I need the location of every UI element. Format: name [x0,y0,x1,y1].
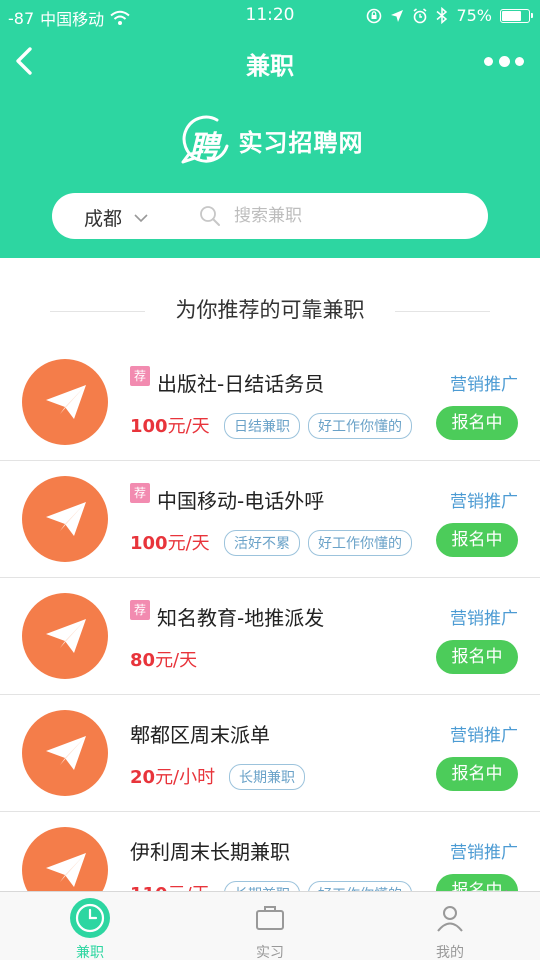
divider [395,311,490,312]
salary-amount: 80 [130,650,156,671]
status-bar: -87 中国移动 11:20 75% [0,0,540,30]
apply-button[interactable]: 报名中 [436,523,518,557]
job-tag: 长期兼职 [229,764,305,790]
clock-icon [70,898,110,938]
job-title: 出版社-日结话务员 [157,372,325,396]
salary-unit: 元/小时 [155,767,216,788]
paper-plane-icon [46,853,86,887]
job-category: 营销推广 [450,843,518,863]
rotation-lock-icon [367,8,382,23]
tab-parttime[interactable]: 兼职 [50,898,130,960]
job-category: 营销推广 [450,609,518,629]
brand-logo-icon: 聘 [177,112,233,168]
job-item[interactable]: 荐出版社-日结话务员 营销推广 100元/天 日结兼职 好工作你懂的 报名中 [0,344,540,461]
apply-button[interactable]: 报名中 [436,406,518,440]
nav-bar: 兼职 [0,30,540,92]
job-salary: 100元/天 [130,529,210,555]
header: -87 中国移动 11:20 75% 兼职 聘 实习招聘网 成都 搜索兼职 [0,0,540,258]
salary-unit: 元/天 [155,650,198,671]
job-item[interactable]: 荐知名教育-地推派发 营销推广 80元/天 报名中 [0,578,540,695]
apply-button[interactable]: 报名中 [436,640,518,674]
paper-plane-icon [46,619,86,653]
apply-button[interactable]: 报名中 [436,757,518,791]
paper-plane-icon [46,502,86,536]
alarm-icon [413,7,427,23]
city-label: 成都 [84,208,123,230]
job-category: 营销推广 [450,492,518,512]
search-input[interactable] [234,204,464,228]
brand-logo-char: 聘 [188,130,219,165]
job-tags: 长期兼职 [229,764,305,790]
job-title: 知名教育-地推派发 [157,606,325,630]
job-category: 营销推广 [450,375,518,395]
job-item[interactable]: 郫都区周末派单 营销推广 20元/小时 长期兼职 报名中 [0,695,540,812]
more-dot-icon [515,56,524,66]
job-tags: 日结兼职 好工作你懂的 [224,413,412,439]
battery-icon [500,8,533,23]
tab-label: 我的 [436,945,464,960]
recommended-badge: 荐 [130,600,150,620]
more-dot-icon [484,56,493,66]
tab-internship[interactable]: 实习 [230,898,310,960]
more-button[interactable] [484,50,524,72]
tab-bar: 兼职 实习 我的 [0,891,540,960]
user-icon [430,898,470,938]
recommended-badge: 荐 [130,483,150,503]
paper-plane-icon [46,736,86,770]
salary-amount: 100 [130,416,168,437]
job-avatar [22,476,108,562]
job-salary: 20元/小时 [130,763,215,789]
brand: 聘 实习招聘网 [0,112,540,168]
job-title: 中国移动-电话外呼 [157,489,325,513]
page-title: 兼职 [246,52,294,80]
job-avatar [22,710,108,796]
search-icon [200,206,220,226]
job-tag: 好工作你懂的 [308,413,412,439]
job-salary: 100元/天 [130,412,210,438]
section-title: 为你推荐的可靠兼职 [175,298,365,322]
recommended-badge: 荐 [130,366,150,386]
salary-amount: 20 [130,767,156,788]
job-salary: 80元/天 [130,646,197,672]
job-item[interactable]: 荐中国移动-电话外呼 营销推广 100元/天 活好不累 好工作你懂的 报名中 [0,461,540,578]
salary-unit: 元/天 [167,533,210,554]
job-category: 营销推广 [450,726,518,746]
job-tags: 活好不累 好工作你懂的 [224,530,412,556]
brand-name: 实习招聘网 [238,128,364,157]
search-bar: 成都 [52,193,488,239]
salary-amount: 100 [130,533,168,554]
job-avatar [22,359,108,445]
job-title: 郫都区周末派单 [130,723,270,747]
battery-fill [502,10,521,21]
job-tag: 日结兼职 [224,413,300,439]
city-selector[interactable]: 成都 [84,204,148,231]
job-avatar [22,593,108,679]
chevron-down-icon [134,213,148,222]
briefcase-icon [250,898,290,938]
job-tag: 好工作你懂的 [308,530,412,556]
paper-plane-icon [46,385,86,419]
job-tag: 活好不累 [224,530,300,556]
job-list: 荐出版社-日结话务员 营销推广 100元/天 日结兼职 好工作你懂的 报名中荐中国移动-电… [0,344,540,929]
tab-label: 兼职 [76,945,104,960]
bluetooth-icon [436,7,448,24]
tab-mine[interactable]: 我的 [410,898,490,960]
more-dot-icon [498,55,510,67]
tab-label: 实习 [256,945,284,960]
location-icon [391,9,404,22]
salary-unit: 元/天 [167,416,210,437]
job-title: 伊利周末长期兼职 [130,840,290,864]
battery-text: 75% [456,6,492,25]
